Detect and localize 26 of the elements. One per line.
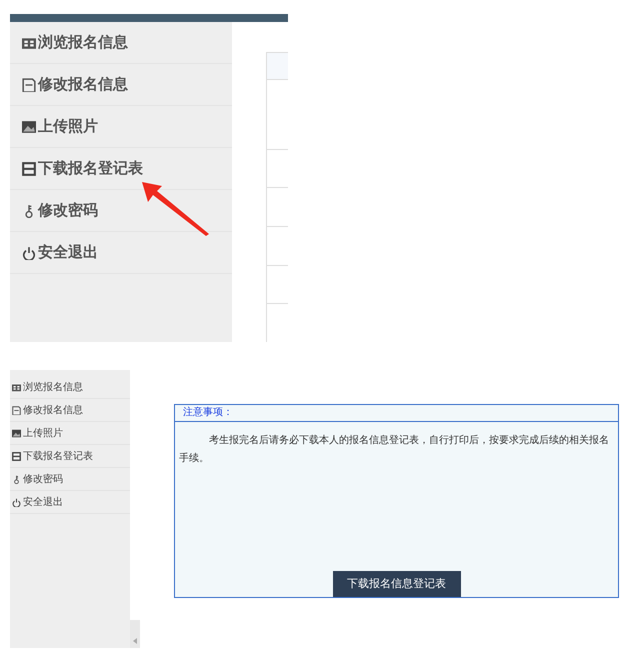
menu-item[interactable]: 修改密码 — [10, 468, 130, 491]
menu-item[interactable]: 下载报名登记表 — [10, 445, 130, 468]
key-icon — [12, 474, 21, 484]
collapse-arrow-icon — [133, 638, 137, 644]
edit-icon — [22, 78, 36, 92]
menu-item[interactable]: 安全退出 — [10, 232, 232, 274]
menu-item[interactable]: 上传照片 — [10, 106, 232, 148]
annotation-arrow — [140, 180, 210, 236]
download-button[interactable]: 下载报名信息登记表 — [332, 571, 460, 597]
menu-item[interactable]: 上传照片 — [10, 422, 130, 445]
save-icon — [12, 452, 21, 460]
notice-title: 注意事项： — [175, 405, 618, 422]
menu-item[interactable]: 浏览报名信息 — [10, 22, 232, 64]
menu-item[interactable]: 修改报名信息 — [10, 64, 232, 106]
menu-item[interactable]: 修改报名信息 — [10, 399, 130, 422]
edit-icon — [12, 406, 21, 414]
menu-item[interactable]: 浏览报名信息 — [10, 376, 130, 399]
notice-text: 考生报完名后请务必下载本人的报名信息登记表，自行打印后，按要求完成后续的相关报名手续。 — [178, 434, 610, 466]
save-icon — [22, 162, 36, 176]
image-icon — [12, 428, 21, 438]
power-icon — [12, 498, 21, 506]
image-icon — [22, 120, 36, 134]
grid-icon — [22, 36, 36, 50]
menu-item[interactable]: 安全退出 — [10, 491, 130, 514]
power-icon — [22, 246, 36, 260]
collapse-handle[interactable] — [130, 620, 140, 648]
